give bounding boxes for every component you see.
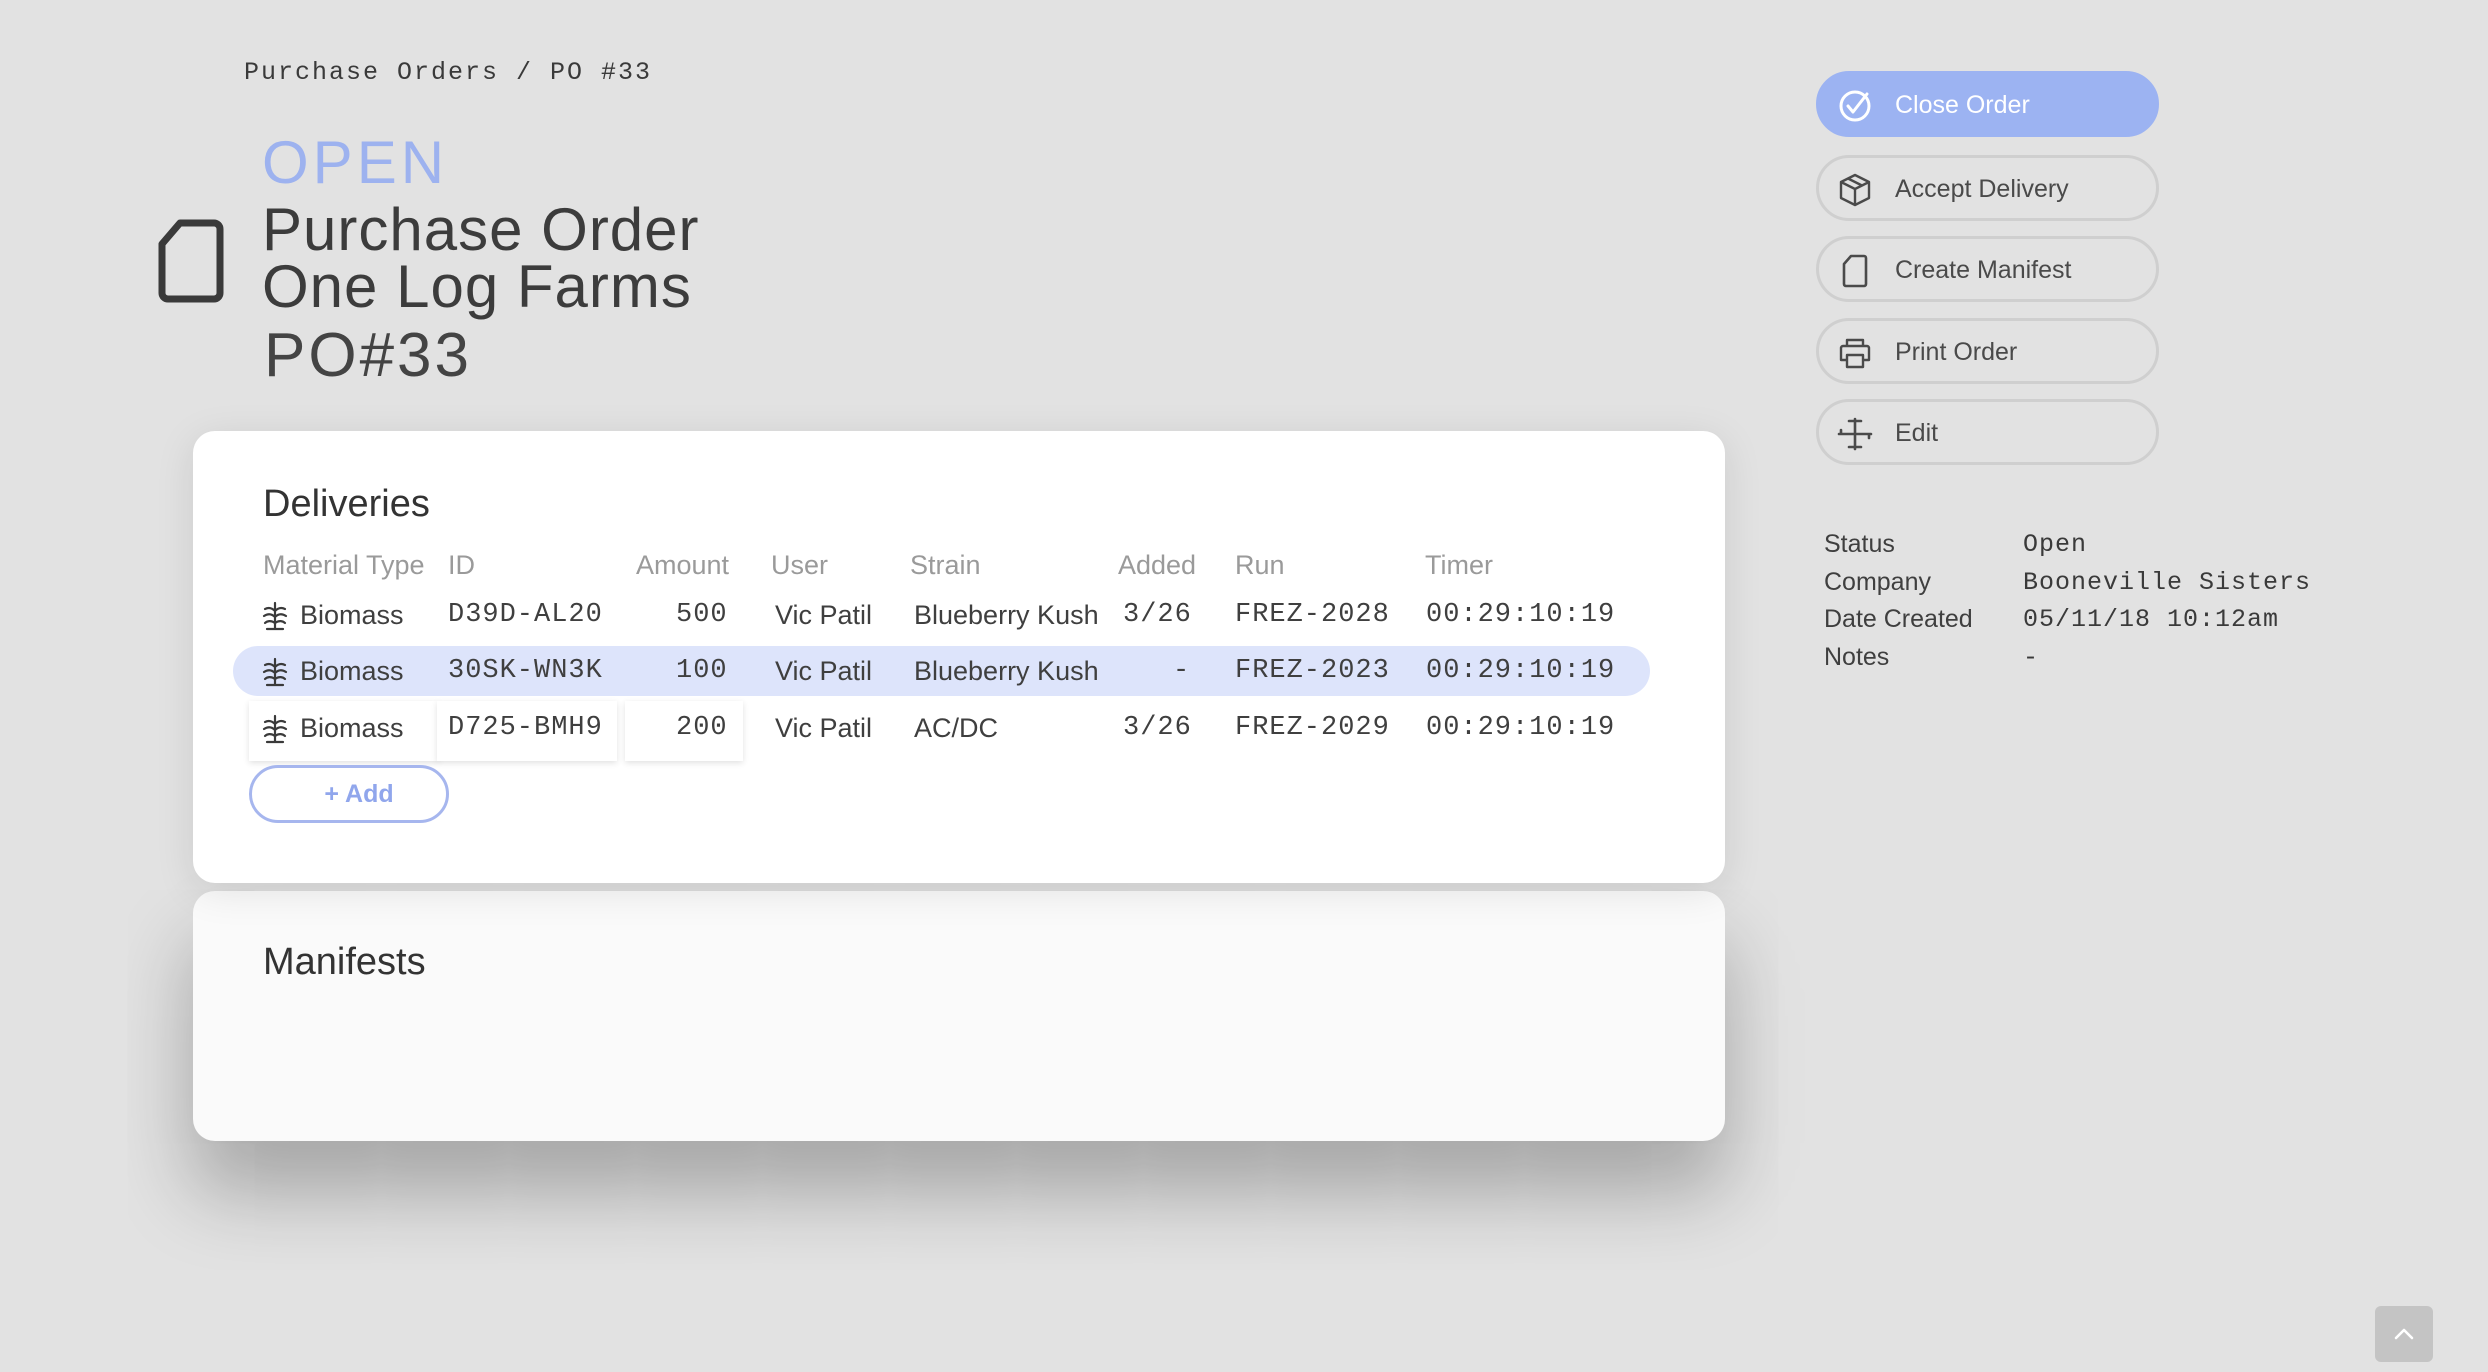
added-date: 3/26: [1123, 600, 1192, 630]
strain: AC/DC: [914, 713, 999, 743]
status-label: Status: [1824, 530, 1895, 558]
manifests-title: Manifests: [263, 941, 426, 983]
date-created-value: 05/11/18 10:12am: [2023, 605, 2280, 634]
timer: 00:29:10:19: [1426, 656, 1616, 686]
strain: Blueberry Kush: [914, 656, 1099, 686]
manifests-card: Manifests: [193, 891, 1725, 1141]
delivery-id: D39D-AL20: [448, 600, 603, 630]
run-id: FREZ-2029: [1235, 713, 1390, 743]
table-row[interactable]: Biomass D39D-AL20 500 Vic Patil Blueberr…: [193, 591, 1725, 639]
company-value: Booneville Sisters: [2023, 568, 2312, 597]
table-row[interactable]: Biomass D725-BMH9 200 Vic Patil AC/DC 3/…: [193, 704, 1725, 752]
close-order-label: Close Order: [1895, 91, 2030, 119]
deliveries-card: Deliveries Material Type ID Amount User …: [193, 431, 1725, 883]
scroll-top-button[interactable]: [2375, 1306, 2433, 1362]
deliveries-table-header: Material Type ID Amount User Strain Adde…: [193, 541, 1725, 589]
printer-icon: [1839, 338, 1871, 369]
notes-value: -: [2023, 643, 2040, 672]
col-user[interactable]: User: [771, 541, 828, 589]
accept-delivery-button[interactable]: Accept Delivery: [1816, 155, 2159, 221]
material-type: Biomass: [300, 656, 404, 686]
package-icon: [1839, 173, 1871, 207]
amount: 500: [676, 600, 728, 630]
create-manifest-button[interactable]: Create Manifest: [1816, 236, 2159, 302]
add-delivery-button[interactable]: + Add: [249, 765, 449, 823]
amount: 100: [676, 656, 728, 686]
user: Vic Patil: [775, 600, 873, 630]
print-order-button[interactable]: Print Order: [1816, 318, 2159, 384]
plant-icon: [262, 714, 288, 744]
notes-label: Notes: [1824, 643, 1890, 671]
order-status-label: OPEN: [262, 129, 449, 196]
user: Vic Patil: [775, 713, 873, 743]
col-timer[interactable]: Timer: [1425, 541, 1493, 589]
po-number: PO#33: [264, 321, 473, 390]
run-id: FREZ-2028: [1235, 600, 1390, 630]
edit-label: Edit: [1895, 419, 1939, 447]
company-label: Company: [1824, 568, 1931, 596]
col-strain[interactable]: Strain: [910, 541, 981, 589]
plant-icon: [262, 657, 288, 687]
amount: 200: [676, 713, 728, 743]
print-order-label: Print Order: [1895, 338, 2018, 366]
chevron-up-icon: [2394, 1328, 2414, 1340]
delivery-id: 30SK-WN3K: [448, 656, 603, 686]
close-order-button[interactable]: Close Order: [1816, 71, 2159, 137]
col-added[interactable]: Added: [1118, 541, 1196, 589]
vendor-name: One Log Farms: [262, 253, 692, 320]
delivery-id: D725-BMH9: [448, 713, 603, 743]
user: Vic Patil: [775, 656, 873, 686]
create-manifest-label: Create Manifest: [1895, 256, 2072, 284]
document-icon: [158, 219, 224, 303]
check-circle-icon: [1839, 90, 1871, 122]
document-icon: [1842, 254, 1868, 288]
edit-button[interactable]: Edit: [1816, 399, 2159, 465]
status-value: Open: [2023, 530, 2088, 559]
run-id: FREZ-2023: [1235, 656, 1390, 686]
col-amount[interactable]: Amount: [636, 541, 729, 589]
material-type: Biomass: [300, 713, 404, 743]
timer: 00:29:10:19: [1426, 713, 1616, 743]
col-material-type[interactable]: Material Type: [263, 541, 425, 589]
material-type: Biomass: [300, 600, 404, 630]
col-id[interactable]: ID: [448, 541, 475, 589]
deliveries-title: Deliveries: [263, 483, 430, 525]
timer: 00:29:10:19: [1426, 600, 1616, 630]
added-date: 3/26: [1123, 713, 1192, 743]
accept-delivery-label: Accept Delivery: [1895, 175, 2069, 203]
plant-icon: [262, 601, 288, 631]
strain: Blueberry Kush: [914, 600, 1099, 630]
added-date: -: [1173, 656, 1191, 686]
date-created-label: Date Created: [1824, 605, 1973, 633]
edit-icon: [1837, 417, 1873, 451]
col-run[interactable]: Run: [1235, 541, 1285, 589]
table-row-selected[interactable]: Biomass 30SK-WN3K 100 Vic Patil Blueberr…: [193, 647, 1725, 695]
breadcrumb[interactable]: Purchase Orders / PO #33: [244, 58, 652, 87]
